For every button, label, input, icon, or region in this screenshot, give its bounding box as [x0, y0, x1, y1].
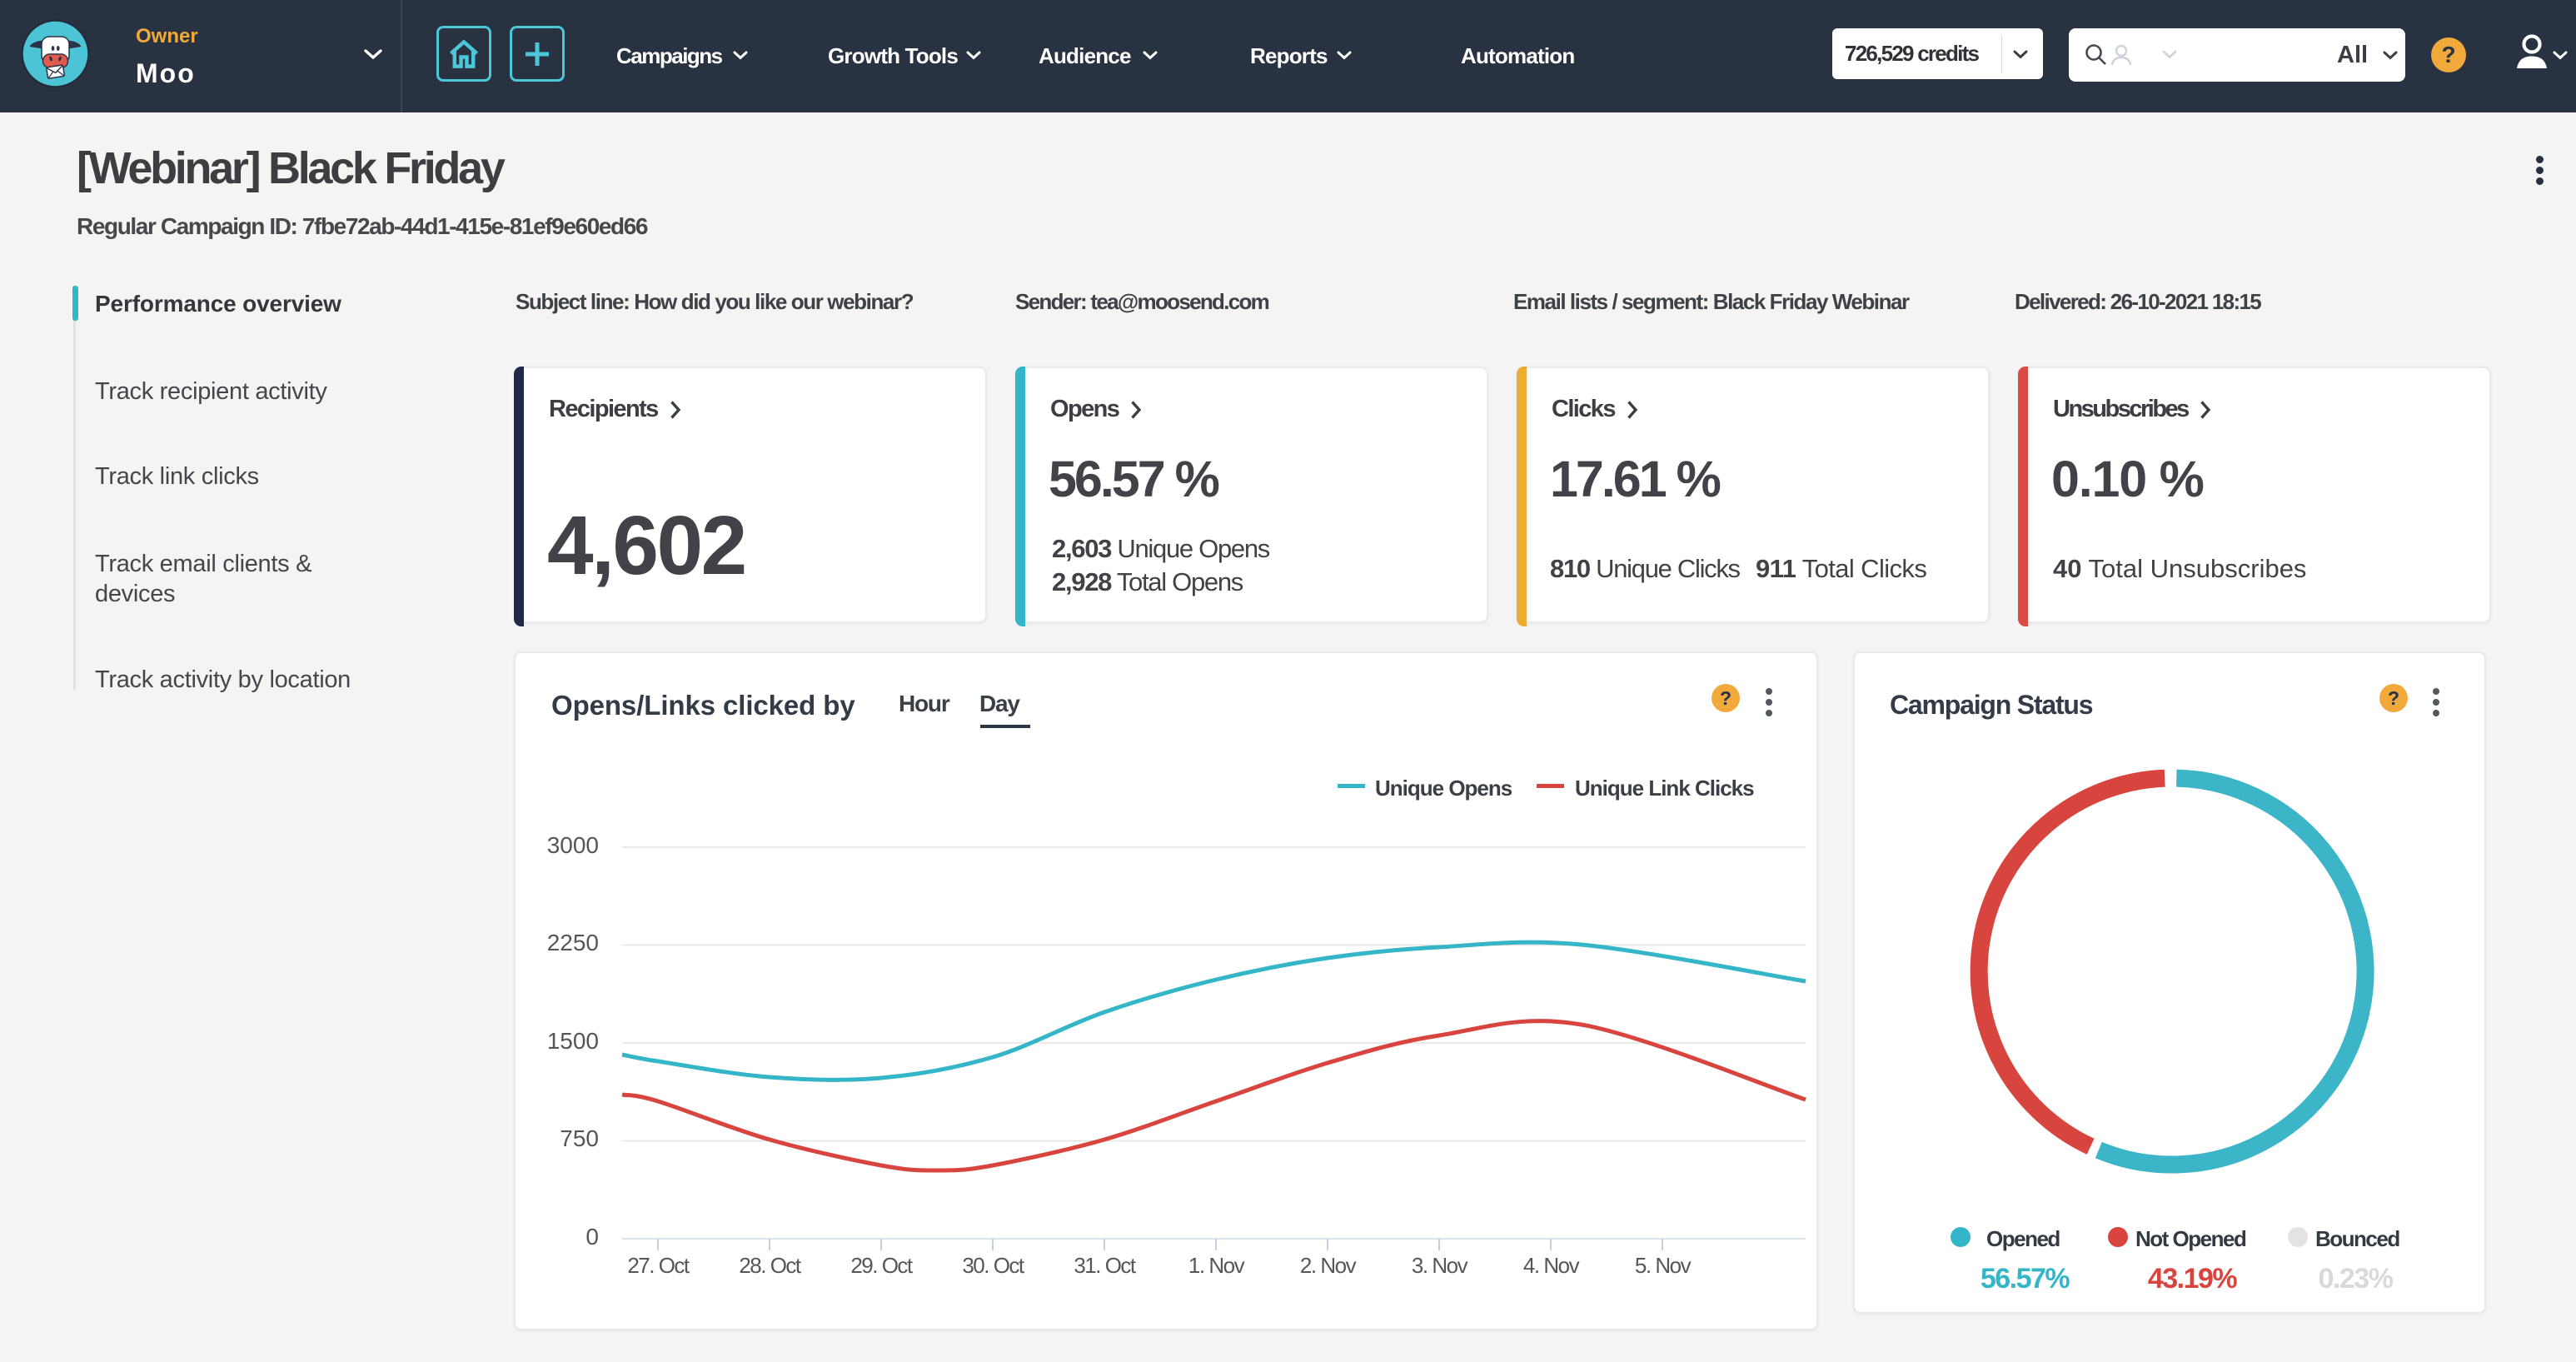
svg-text:Not Opened: Not Opened — [2135, 1226, 2246, 1251]
svg-text:56.57%: 56.57% — [1981, 1263, 2070, 1295]
svg-text:29. Oct: 29. Oct — [850, 1253, 914, 1278]
svg-text:Unique Link Clicks: Unique Link Clicks — [1575, 776, 1754, 801]
svg-text:1. Nov: 1. Nov — [1188, 1253, 1245, 1278]
svg-text:27. Oct: 27. Oct — [627, 1253, 690, 1278]
svg-text:3. Nov: 3. Nov — [1412, 1253, 1468, 1278]
svg-text:Unique Opens: Unique Opens — [1375, 776, 1512, 801]
svg-text:5. Nov: 5. Nov — [1635, 1253, 1692, 1278]
svg-text:Opened: Opened — [1986, 1226, 2060, 1251]
svg-text:31. Oct: 31. Oct — [1074, 1253, 1137, 1278]
svg-text:3000: 3000 — [547, 832, 599, 858]
svg-text:Bounced: Bounced — [2315, 1226, 2399, 1251]
svg-text:750: 750 — [560, 1125, 599, 1151]
svg-text:43.19%: 43.19% — [2148, 1263, 2238, 1295]
svg-text:0.23%: 0.23% — [2319, 1263, 2394, 1295]
svg-text:2. Nov: 2. Nov — [1300, 1253, 1357, 1278]
svg-text:4. Nov: 4. Nov — [1523, 1253, 1580, 1278]
svg-text:28. Oct: 28. Oct — [739, 1253, 802, 1278]
svg-text:0: 0 — [585, 1224, 599, 1250]
svg-text:30. Oct: 30. Oct — [962, 1253, 1025, 1278]
svg-text:2250: 2250 — [547, 930, 599, 955]
svg-text:1500: 1500 — [547, 1028, 599, 1054]
